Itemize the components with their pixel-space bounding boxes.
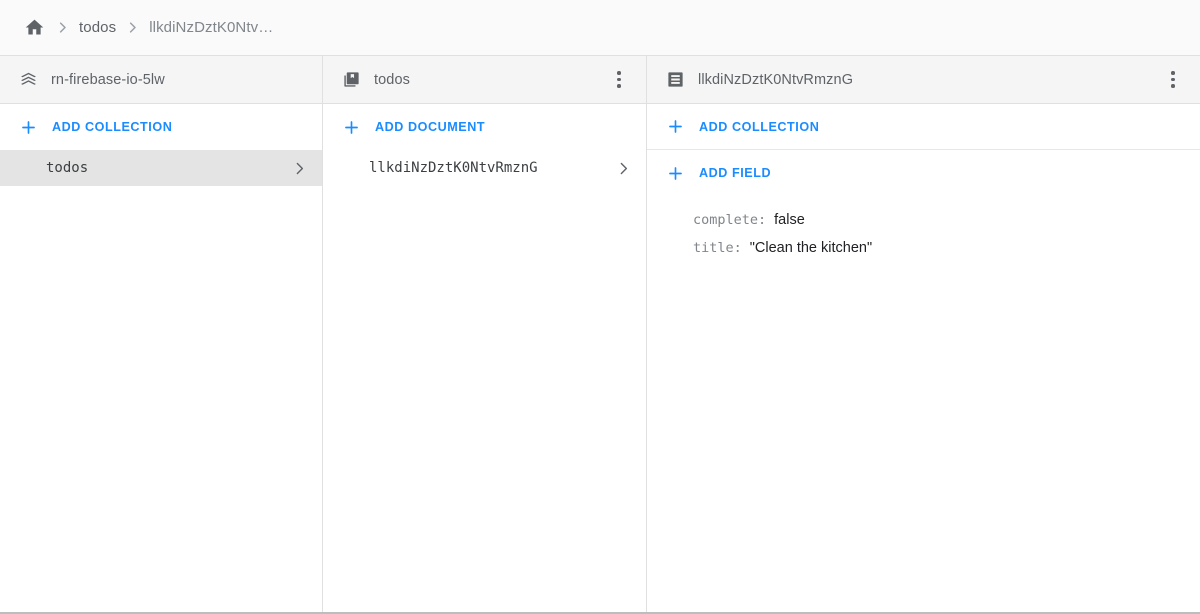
breadcrumb-item-todos[interactable]: todos: [79, 19, 116, 36]
add-collection-button[interactable]: ADD COLLECTION: [0, 104, 322, 150]
list-item[interactable]: todos: [0, 150, 322, 186]
document-list: llkdiNzDztK0NtvRmznG: [323, 150, 646, 612]
breadcrumb-separator-1-icon: [55, 20, 70, 35]
field-value: "Clean the kitchen": [749, 240, 873, 256]
panel-document-detail-header: llkdiNzDztK0NtvRmznG: [647, 56, 1200, 104]
collection-name: todos: [46, 160, 89, 176]
add-subcollection-label: ADD COLLECTION: [699, 119, 820, 134]
field-key: complete:: [693, 212, 767, 228]
document-id: llkdiNzDztK0NtvRmznG: [369, 160, 538, 176]
firestore-stack-icon: [18, 70, 38, 90]
panel-columns: rn-firebase-io-5lw ADD COLLECTION todos: [0, 56, 1200, 614]
chevron-right-icon: [614, 159, 632, 177]
plus-icon: [665, 163, 685, 183]
field-list: complete: false title: "Clean the kitche…: [647, 196, 1200, 612]
field-value: false: [774, 212, 805, 228]
breadcrumb-separator-2-icon: [125, 20, 140, 35]
plus-icon: [665, 117, 685, 137]
collection-icon: [341, 70, 361, 90]
plus-icon: [341, 117, 361, 137]
firestore-data-browser: todos llkdiNzDztK0Ntv… rn-firebase-io-5l…: [0, 0, 1200, 614]
panel-collections: rn-firebase-io-5lw ADD COLLECTION todos: [0, 56, 323, 612]
home-icon[interactable]: [22, 16, 46, 40]
chevron-right-icon: [290, 159, 308, 177]
collection-list: todos: [0, 150, 322, 612]
add-document-button[interactable]: ADD DOCUMENT: [323, 104, 646, 150]
more-vert-icon[interactable]: [606, 65, 632, 95]
project-name: rn-firebase-io-5lw: [51, 71, 165, 88]
panel-documents: todos ADD DOCUMENT llkdiNzDztK0NtvRmznG: [323, 56, 647, 612]
add-document-label: ADD DOCUMENT: [375, 120, 486, 134]
document-title: llkdiNzDztK0NtvRmznG: [698, 71, 854, 88]
plus-icon: [18, 117, 38, 137]
field-row[interactable]: title: "Clean the kitchen": [647, 234, 1200, 262]
breadcrumb: todos llkdiNzDztK0Ntv…: [0, 0, 1200, 56]
field-key: title:: [693, 240, 742, 256]
field-row[interactable]: complete: false: [647, 206, 1200, 234]
breadcrumb-item-document[interactable]: llkdiNzDztK0Ntv…: [149, 19, 273, 36]
panel-documents-header: todos: [323, 56, 646, 104]
add-subcollection-button[interactable]: ADD COLLECTION: [647, 104, 1200, 150]
more-vert-icon[interactable]: [1160, 65, 1186, 95]
list-item[interactable]: llkdiNzDztK0NtvRmznG: [323, 150, 646, 186]
add-field-label: ADD FIELD: [699, 166, 772, 180]
add-field-button[interactable]: ADD FIELD: [647, 150, 1200, 196]
document-icon: [665, 70, 685, 90]
panel-document-detail: llkdiNzDztK0NtvRmznG ADD COLLECTION ADD …: [647, 56, 1200, 612]
add-collection-label: ADD COLLECTION: [52, 120, 173, 134]
panel-collections-header: rn-firebase-io-5lw: [0, 56, 322, 104]
collection-title: todos: [374, 71, 410, 88]
